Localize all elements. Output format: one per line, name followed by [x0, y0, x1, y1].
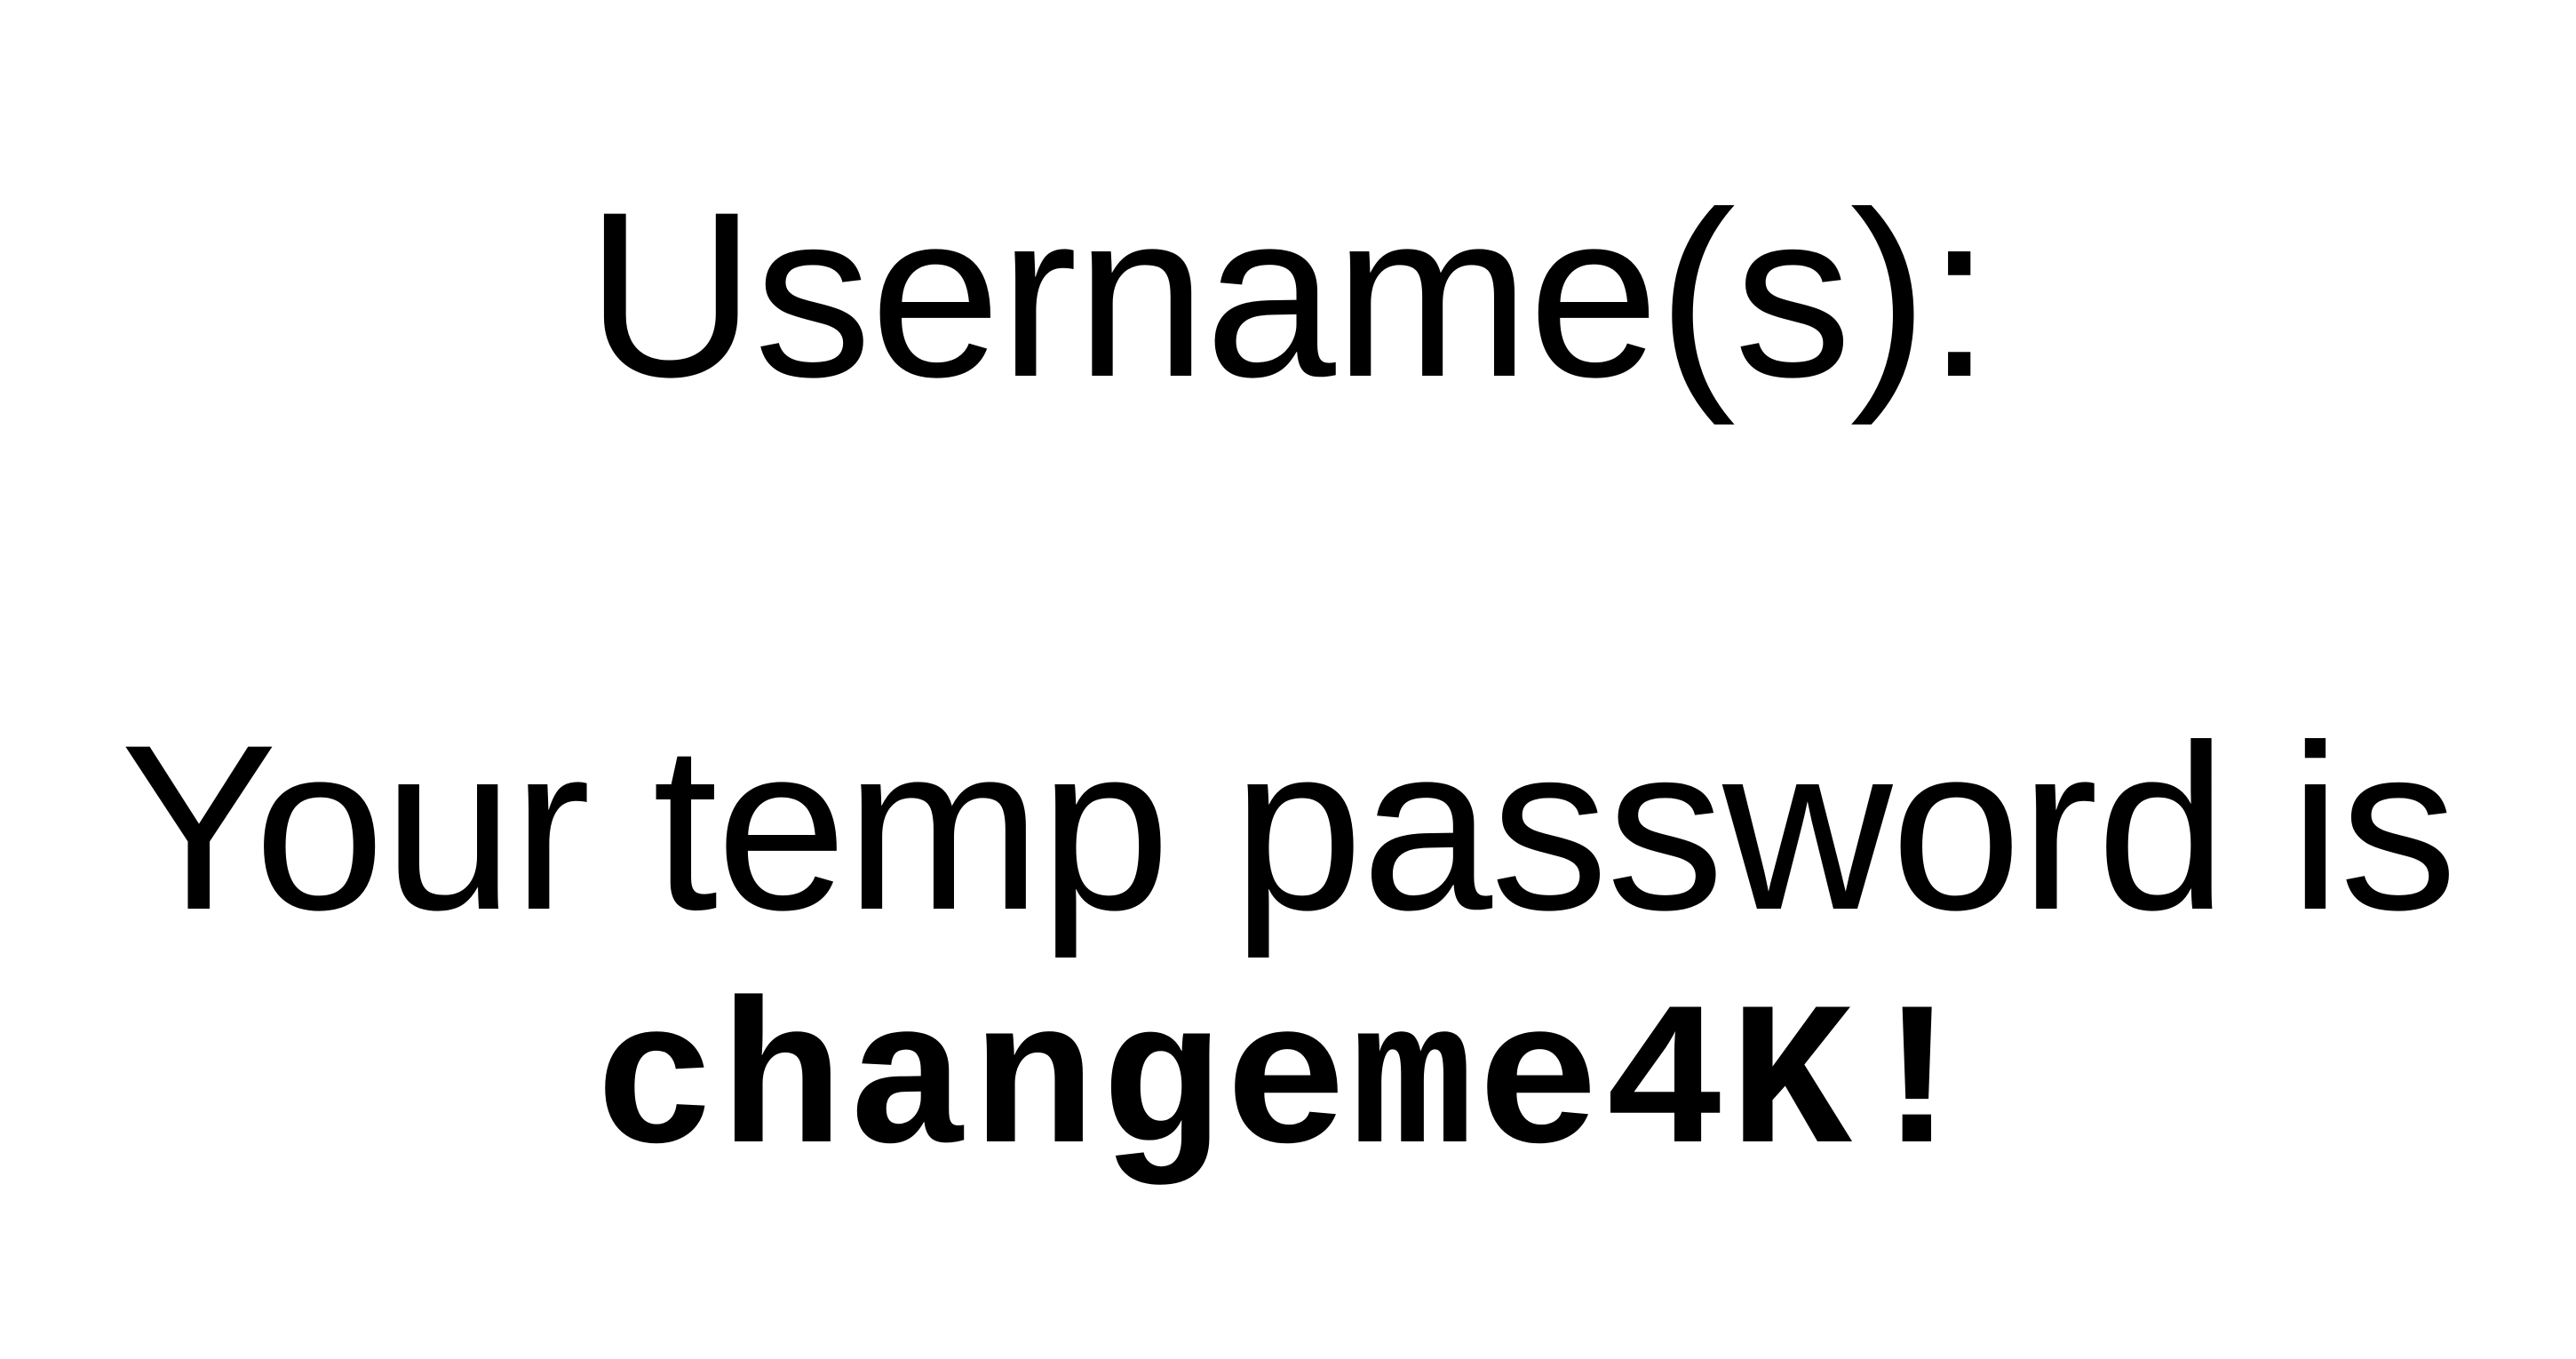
temp-password-value: changeme4K!	[593, 973, 1983, 1204]
username-label: Username(s):	[585, 163, 1992, 426]
credentials-notice: Username(s): Your temp password is chang…	[0, 0, 2576, 1359]
password-intro-text: Your temp password is	[120, 696, 2458, 959]
